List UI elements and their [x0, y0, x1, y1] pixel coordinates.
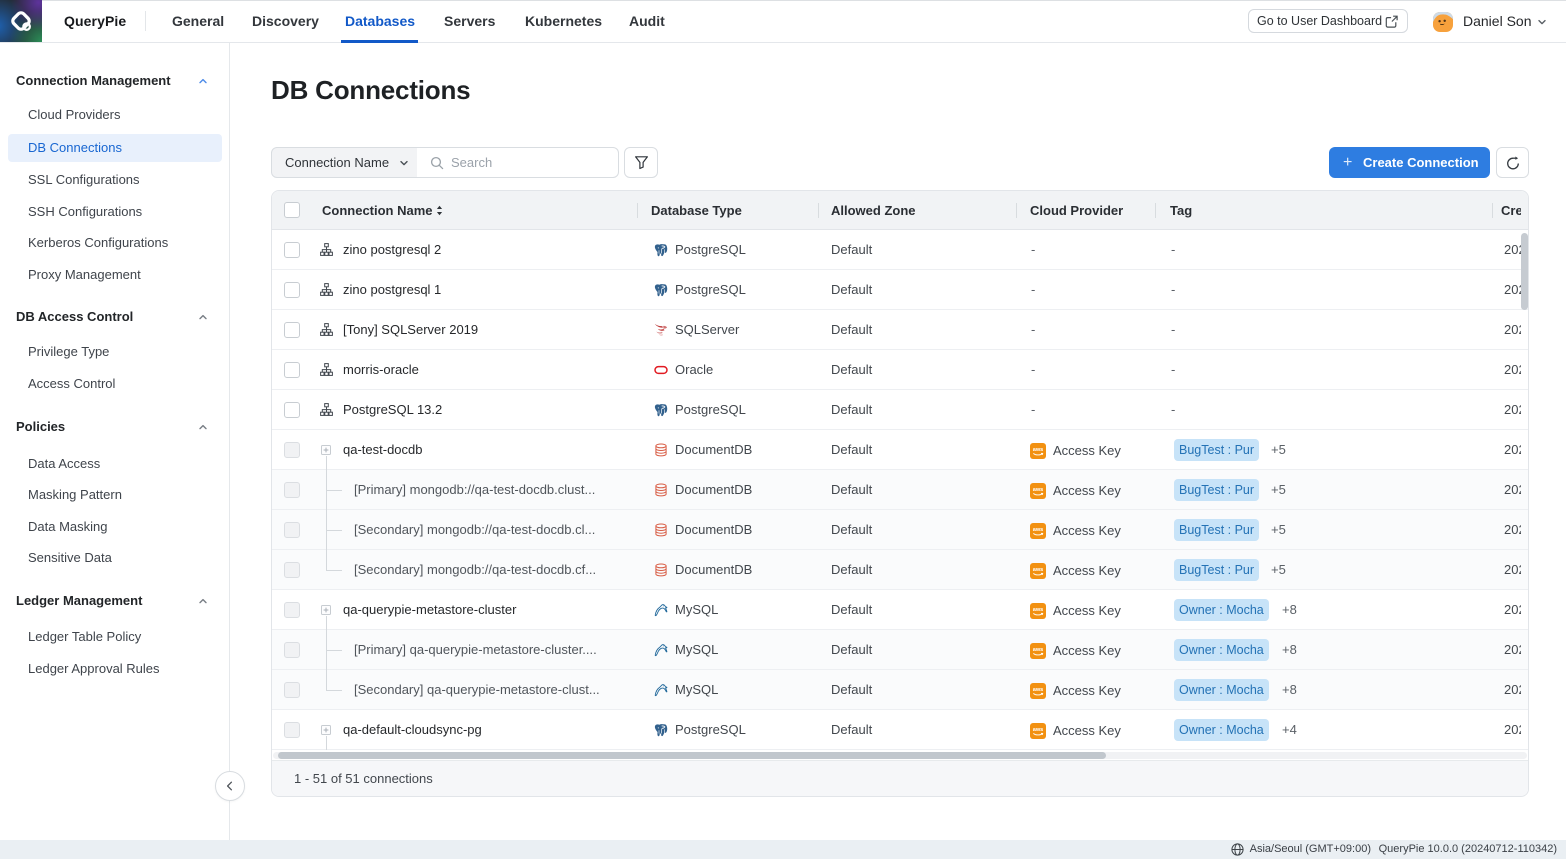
svg-text:aws: aws: [1033, 687, 1044, 693]
svg-text:aws: aws: [1033, 567, 1044, 573]
svg-text:aws: aws: [1033, 527, 1044, 533]
svg-text:aws: aws: [1033, 607, 1044, 613]
svg-text:aws: aws: [1033, 727, 1044, 733]
svg-text:aws: aws: [1033, 447, 1044, 453]
svg-text:aws: aws: [1033, 487, 1044, 493]
svg-text:aws: aws: [1033, 647, 1044, 653]
